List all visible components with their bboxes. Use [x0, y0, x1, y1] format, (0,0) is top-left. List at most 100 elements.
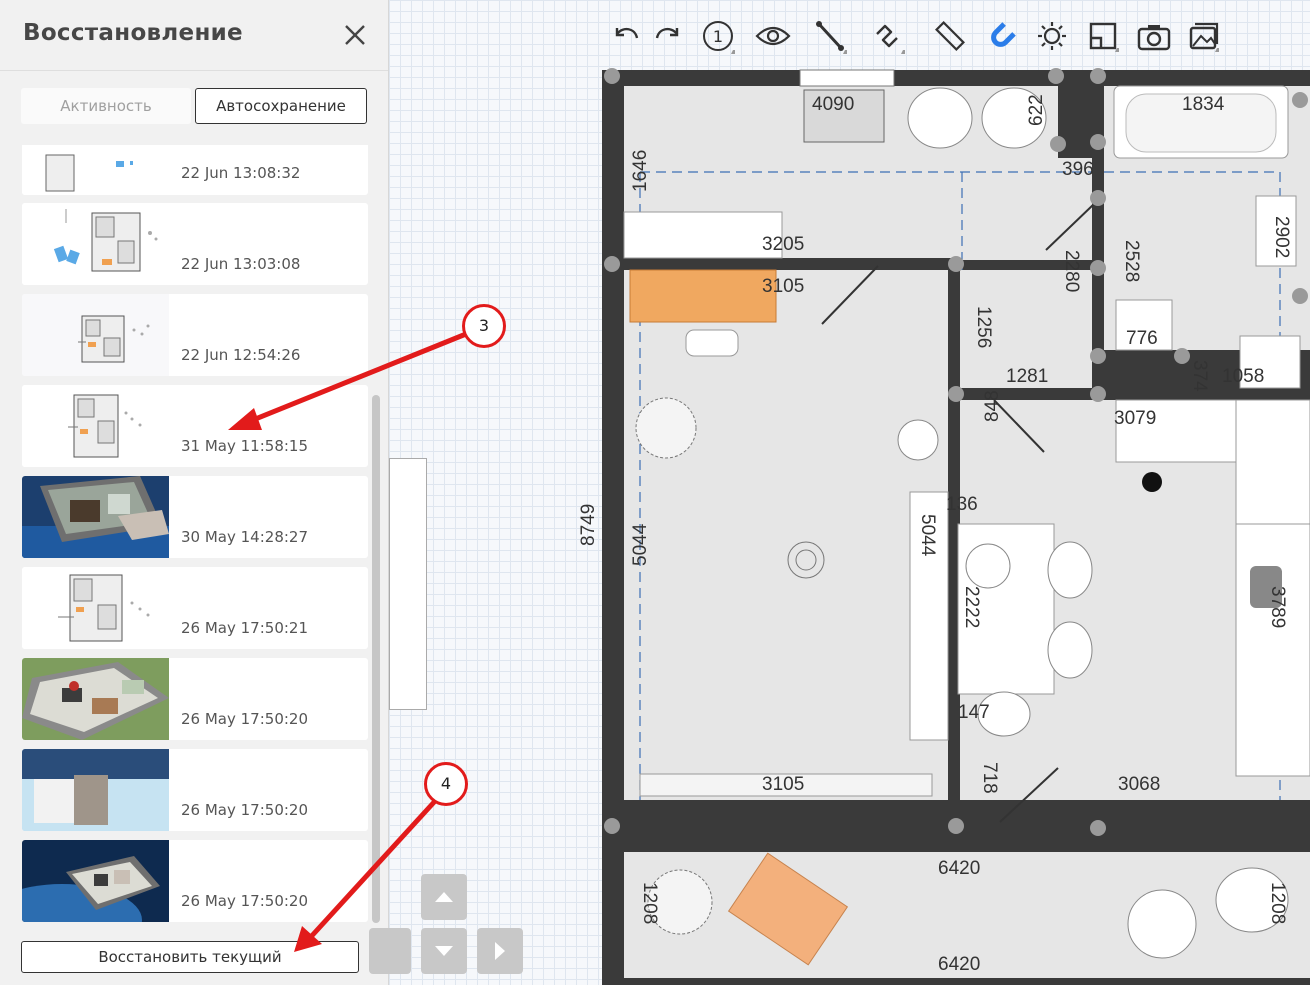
svg-text:1208: 1208 — [639, 882, 660, 924]
autosave-time: 26 May 17:50:20 — [181, 710, 309, 728]
pan-up-button[interactable] — [421, 874, 467, 920]
svg-text:136: 136 — [946, 494, 978, 515]
autosave-time: 31 May 11:58:15 — [181, 437, 309, 455]
wall-tool-button[interactable] — [809, 14, 849, 58]
autosave-thumbnail — [22, 203, 169, 285]
arrow-down-icon — [435, 946, 453, 956]
autosave-item[interactable]: 26 May 17:50:21 — [22, 567, 368, 649]
magnet-button[interactable] — [981, 14, 1021, 58]
autosave-item[interactable]: 22 Jun 12:54:26 — [22, 294, 368, 376]
wall-tool-icon — [816, 21, 847, 54]
autosave-item[interactable]: 30 May 14:28:27 — [22, 476, 368, 558]
magnet-icon — [991, 22, 1016, 47]
autosave-time: 22 Jun 12:54:26 — [181, 346, 301, 364]
autosave-item[interactable]: 22 Jun 13:03:08 — [22, 203, 368, 285]
autosave-thumbnail — [22, 385, 169, 467]
view-button[interactable] — [751, 14, 791, 58]
svg-text:8749: 8749 — [578, 504, 599, 546]
curve-tool-icon — [876, 24, 905, 54]
autosave-item[interactable]: 22 Jun 13:08:32 — [22, 145, 368, 195]
annotation-3: 3 — [462, 304, 506, 348]
autosave-time: 30 May 14:28:27 — [181, 528, 309, 546]
autosave-thumbnail — [22, 749, 169, 831]
floor-selector[interactable]: 1 — [697, 14, 737, 58]
svg-text:3105: 3105 — [762, 774, 804, 795]
autosave-thumbnail — [22, 145, 169, 195]
svg-text:3068: 3068 — [1118, 774, 1160, 795]
autosave-time: 26 May 17:50:20 — [181, 801, 309, 819]
autosave-thumbnail — [22, 567, 169, 649]
svg-text:848: 848 — [982, 390, 1003, 422]
undo-icon — [615, 27, 639, 39]
list-scrollbar[interactable] — [372, 395, 380, 923]
pan-down-button[interactable] — [421, 928, 467, 974]
restore-current-button[interactable]: Восстановить текущий — [21, 941, 359, 973]
svg-text:1: 1 — [713, 27, 723, 46]
eye-icon — [755, 26, 791, 46]
svg-text:1834: 1834 — [1182, 94, 1225, 115]
svg-text:5044: 5044 — [630, 523, 651, 566]
panel-title: Восстановление — [23, 20, 243, 46]
arrow-right-icon — [495, 942, 505, 960]
light-button[interactable] — [1031, 14, 1071, 58]
ruler-button[interactable] — [929, 14, 969, 58]
svg-text:1281: 1281 — [1006, 366, 1048, 387]
autosave-list[interactable]: 22 Jun 13:08:32 22 Jun 13:03:08 22 Jun 1… — [22, 145, 370, 925]
svg-text:3789: 3789 — [1267, 586, 1288, 628]
plan-canvas[interactable]: 4090 622 1834 396 1646 3205 2528 2902 22… — [369, 0, 1310, 985]
svg-text:6420: 6420 — [938, 954, 980, 975]
redo-icon — [655, 27, 679, 39]
autosave-item[interactable]: 26 May 17:50:20 — [22, 749, 368, 831]
gallery-icon — [1189, 22, 1219, 52]
svg-text:776: 776 — [1126, 328, 1158, 349]
floor-plan[interactable]: 4090 622 1834 396 1646 3205 2528 2902 22… — [389, 0, 1310, 985]
curve-tool-button[interactable] — [867, 14, 907, 58]
undo-button[interactable] — [605, 14, 645, 58]
tab-activity[interactable]: Активность — [21, 88, 191, 124]
svg-text:622: 622 — [1026, 94, 1047, 126]
annotation-4: 4 — [424, 762, 468, 806]
floor-number-icon: 1 — [703, 21, 735, 54]
svg-text:3079: 3079 — [1114, 408, 1156, 429]
svg-text:1646: 1646 — [630, 150, 651, 192]
autosave-time: 26 May 17:50:20 — [181, 892, 309, 910]
gallery-button[interactable] — [1183, 14, 1223, 58]
restore-panel: Восстановление Активность Автосохранение… — [0, 0, 389, 985]
light-icon — [1038, 22, 1066, 50]
close-icon — [345, 25, 365, 45]
autosave-thumbnail — [22, 294, 169, 376]
camera-icon — [1137, 25, 1171, 51]
autosave-time: 26 May 17:50:21 — [181, 619, 309, 637]
svg-text:147: 147 — [958, 702, 990, 723]
autosave-item[interactable]: 26 May 17:50:20 — [22, 840, 368, 922]
autosave-item[interactable]: 31 May 11:58:15 — [22, 385, 368, 467]
svg-text:3205: 3205 — [762, 234, 804, 255]
svg-text:2222: 2222 — [961, 586, 982, 628]
svg-text:1208: 1208 — [1267, 882, 1288, 924]
toolbar: 1 — [605, 14, 1235, 58]
floorplan-button[interactable] — [1083, 14, 1123, 58]
panel-header: Восстановление — [0, 0, 388, 71]
pan-left-button[interactable] — [369, 928, 411, 974]
svg-text:1256: 1256 — [973, 306, 994, 348]
svg-text:2528: 2528 — [1121, 240, 1142, 282]
svg-text:4090: 4090 — [812, 94, 854, 115]
autosave-time: 22 Jun 13:08:32 — [181, 164, 301, 182]
svg-text:2280: 2280 — [1061, 250, 1082, 292]
tabs: Активность Автосохранение — [21, 88, 367, 126]
svg-text:396: 396 — [1062, 159, 1094, 180]
autosave-thumbnail — [22, 840, 169, 922]
autosave-time: 22 Jun 13:03:08 — [181, 255, 301, 273]
camera-button[interactable] — [1133, 14, 1173, 58]
autosave-thumbnail — [22, 658, 169, 740]
svg-text:3105: 3105 — [762, 276, 804, 297]
floorplan-icon — [1089, 22, 1119, 52]
pan-right-button[interactable] — [477, 928, 523, 974]
redo-button[interactable] — [649, 14, 689, 58]
autosave-thumbnail — [22, 476, 169, 558]
svg-text:718: 718 — [979, 762, 1000, 794]
close-button[interactable] — [338, 18, 372, 52]
tab-autosave[interactable]: Автосохранение — [195, 88, 367, 124]
svg-text:6420: 6420 — [938, 858, 980, 879]
autosave-item[interactable]: 26 May 17:50:20 — [22, 658, 368, 740]
